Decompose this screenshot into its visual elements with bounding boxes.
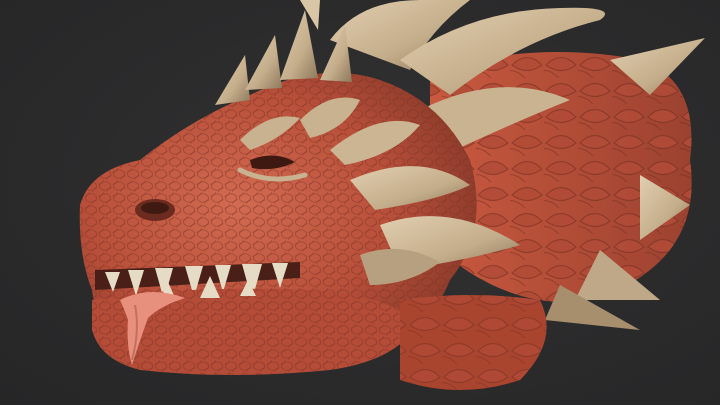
viewport bbox=[0, 0, 720, 405]
dragon-head-render bbox=[79, 0, 705, 390]
throat-scales bbox=[400, 295, 547, 390]
